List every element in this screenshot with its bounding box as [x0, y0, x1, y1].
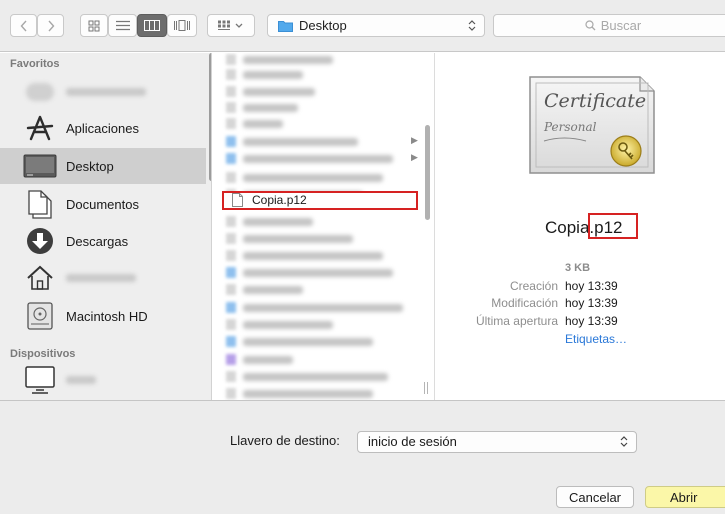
- sidebar-item-desktop[interactable]: Desktop: [0, 148, 206, 184]
- sidebar-item-descargas[interactable]: Descargas: [0, 223, 206, 259]
- list-item[interactable]: [213, 333, 434, 351]
- devices-header: Dispositivos: [10, 348, 76, 360]
- keychain-label: Llavero de destino:: [230, 433, 340, 448]
- arrange-icon: [218, 20, 243, 30]
- list-item[interactable]: [213, 351, 434, 369]
- certificate-sub: Personal: [543, 120, 597, 134]
- list-item[interactable]: [213, 66, 434, 84]
- list-item[interactable]: [213, 385, 434, 400]
- list-item[interactable]: ▶: [213, 150, 434, 168]
- sidebar-item-aplicaciones[interactable]: Aplicaciones: [0, 110, 206, 146]
- modified-value: hoy 13:39: [565, 296, 618, 310]
- home-icon: [22, 263, 58, 293]
- list-item[interactable]: [213, 230, 434, 248]
- sidebar-item-label: Desktop: [66, 158, 114, 174]
- file-column: ▶ ▶: [213, 53, 435, 400]
- search-field[interactable]: Buscar: [493, 14, 725, 37]
- list-item[interactable]: [213, 213, 434, 231]
- list-item[interactable]: [213, 115, 434, 133]
- list-item[interactable]: [213, 316, 434, 334]
- column-view-button[interactable]: [137, 14, 167, 37]
- sidebar-item-label: Descargas: [66, 233, 129, 249]
- keychain-select[interactable]: inicio de sesión: [357, 431, 637, 453]
- updown-arrows-icon: [620, 436, 628, 447]
- certificate-icon: Certificate Personal: [529, 76, 655, 174]
- list-item[interactable]: [213, 281, 434, 299]
- applications-icon: [22, 113, 58, 143]
- document-icon: [232, 193, 243, 207]
- created-label: Creación: [509, 279, 558, 293]
- disclosure-arrow-icon: ▶: [411, 152, 418, 162]
- search-icon: [585, 20, 596, 31]
- search-placeholder: Buscar: [600, 18, 642, 33]
- list-item[interactable]: [213, 368, 434, 386]
- disclosure-arrow-icon: ▶: [411, 135, 418, 145]
- list-item[interactable]: [213, 264, 434, 282]
- selected-file-name: Copia.p12: [252, 193, 307, 207]
- extension-highlight: [588, 213, 638, 239]
- location-label: Desktop: [299, 18, 347, 33]
- coverflow-view-button[interactable]: [167, 14, 197, 37]
- sidebar-item-macintosh-hd[interactable]: Macintosh HD: [0, 298, 206, 334]
- icon-view-icon: [88, 20, 100, 31]
- documents-icon: [22, 189, 58, 219]
- list-item[interactable]: ▶: [213, 133, 434, 151]
- cloud-icon: [22, 77, 58, 107]
- desktop-icon: [22, 151, 58, 181]
- computer-icon: [22, 365, 58, 395]
- sidebar-item-documentos[interactable]: Documentos: [0, 186, 206, 222]
- tags-link[interactable]: Etiquetas…: [565, 332, 627, 346]
- column-scrollbar[interactable]: [425, 125, 430, 220]
- arrange-button[interactable]: [207, 14, 255, 37]
- keychain-value: inicio de sesión: [368, 434, 457, 449]
- open-button[interactable]: Abrir: [645, 486, 725, 508]
- column-view-icon: [144, 20, 160, 31]
- toolbar: Desktop Buscar: [0, 0, 725, 52]
- column-resize-handle[interactable]: [424, 382, 428, 394]
- list-view-button[interactable]: [108, 14, 137, 37]
- favorites-header: Favoritos: [10, 58, 60, 70]
- list-item[interactable]: [213, 169, 434, 187]
- icon-view-button[interactable]: [80, 14, 108, 37]
- updown-arrows-icon: [468, 20, 476, 31]
- cancel-button[interactable]: Cancelar: [556, 486, 634, 508]
- preview-size: 3 KB: [565, 262, 591, 274]
- chevron-right-icon: [47, 20, 54, 31]
- back-button[interactable]: [10, 14, 37, 37]
- list-view-icon: [115, 20, 130, 31]
- chevron-left-icon: [20, 20, 27, 31]
- downloads-icon: [22, 226, 58, 256]
- sidebar-scrollbar[interactable]: [209, 53, 211, 181]
- modified-label: Modificación: [491, 296, 558, 310]
- hard-drive-icon: [22, 301, 58, 331]
- sidebar-item-label: Aplicaciones: [66, 120, 139, 136]
- last-opened-label: Última apertura: [475, 314, 558, 328]
- sidebar-item-hidden-3[interactable]: [0, 362, 206, 398]
- sidebar-item-label: Macintosh HD: [66, 308, 148, 324]
- sidebar: Favoritos Aplicaciones Desktop Documento…: [0, 53, 212, 400]
- forward-button[interactable]: [37, 14, 64, 37]
- sidebar-item-hidden-1[interactable]: [0, 74, 206, 110]
- folder-icon: [278, 20, 293, 32]
- sidebar-item-hidden-2[interactable]: [0, 260, 206, 296]
- certificate-text: Certificate: [544, 90, 646, 112]
- last-opened-value: hoy 13:39: [565, 314, 618, 328]
- list-item[interactable]: [213, 247, 434, 265]
- sidebar-item-label: Documentos: [66, 196, 139, 212]
- created-value: hoy 13:39: [565, 279, 618, 293]
- list-item[interactable]: [213, 299, 434, 317]
- coverflow-view-icon: [174, 20, 190, 31]
- location-popup[interactable]: Desktop: [267, 14, 485, 37]
